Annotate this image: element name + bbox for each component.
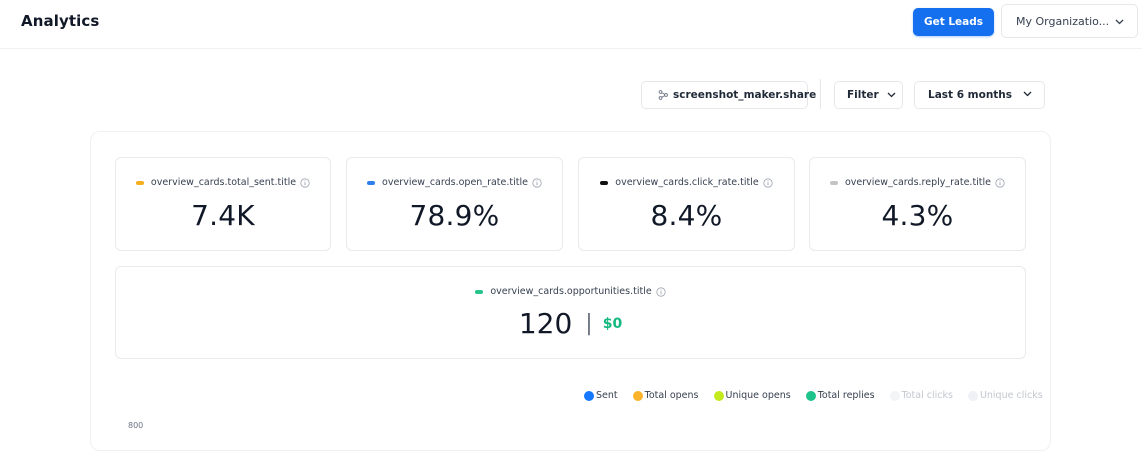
chevron-down-icon xyxy=(1115,15,1124,28)
chart-legend: Sent Total opens Unique opens Total repl… xyxy=(584,390,1058,401)
y-axis-tick: 800 xyxy=(128,421,144,430)
legend-swatch xyxy=(967,390,978,401)
card-value: 8.4% xyxy=(650,199,723,232)
legend-item-total-opens[interactable]: Total opens xyxy=(632,390,699,401)
legend-swatch xyxy=(805,390,816,401)
card-value: 4.3% xyxy=(881,199,954,232)
card-title: overview_cards.reply_rate.title xyxy=(844,177,992,188)
info-icon[interactable] xyxy=(995,177,1005,188)
opportunities-value: $0 xyxy=(603,316,623,332)
card-title: overview_cards.click_rate.title xyxy=(615,177,759,188)
info-icon[interactable] xyxy=(656,286,666,297)
card-value: 7.4K xyxy=(191,199,255,232)
legend-item-sent[interactable]: Sent xyxy=(584,390,618,401)
chevron-down-icon xyxy=(1023,91,1032,97)
legend-item-unique-opens[interactable]: Unique opens xyxy=(713,390,791,401)
card-title: overview_cards.total_sent.title xyxy=(150,177,297,188)
card-title: overview_cards.open_rate.title xyxy=(382,177,528,188)
total-sent-color-dot xyxy=(135,180,144,185)
page-title: Analytics xyxy=(21,12,100,30)
click-rate-color-dot xyxy=(600,180,609,185)
value-separator: | xyxy=(585,311,593,336)
legend-swatch xyxy=(713,390,724,401)
legend-label: Total replies xyxy=(817,390,875,401)
info-icon[interactable] xyxy=(763,177,773,188)
legend-item-total-clicks[interactable]: Total clicks xyxy=(889,390,953,401)
opportunities-count: 120 xyxy=(518,307,573,340)
get-leads-button[interactable]: Get Leads xyxy=(913,8,994,36)
legend-label: Total opens xyxy=(644,390,699,401)
opportunities-card: overview_cards.opportunities.title 120 |… xyxy=(115,266,1026,359)
share-button-label: screenshot_maker.share xyxy=(673,89,817,101)
legend-swatch xyxy=(632,390,643,401)
card-title: overview_cards.opportunities.title xyxy=(490,286,652,297)
click-rate-card: overview_cards.click_rate.title 8.4% xyxy=(578,157,795,251)
opportunities-color-dot xyxy=(475,289,484,294)
chevron-down-icon xyxy=(887,92,896,98)
info-icon[interactable] xyxy=(300,177,310,188)
top-bar: Analytics Get Leads My Organizatio... xyxy=(0,0,1142,49)
legend-label: Unique clicks xyxy=(979,390,1043,401)
reply-rate-card: overview_cards.reply_rate.title 4.3% xyxy=(809,157,1026,251)
toolbar-divider xyxy=(820,79,821,109)
filter-button[interactable]: Filter xyxy=(834,81,903,109)
legend-item-total-replies[interactable]: Total replies xyxy=(805,390,875,401)
filter-button-label: Filter xyxy=(847,89,879,101)
legend-label: Unique opens xyxy=(725,390,791,401)
open-rate-color-dot xyxy=(367,180,376,185)
legend-swatch xyxy=(584,390,594,401)
opportunities-amount: 0 xyxy=(612,315,623,332)
legend-item-unique-clicks[interactable]: Unique clicks xyxy=(967,390,1043,401)
date-range-label: Last 6 months xyxy=(928,89,1013,101)
open-rate-card: overview_cards.open_rate.title 78.9% xyxy=(346,157,563,251)
currency-symbol: $ xyxy=(602,315,613,332)
legend-label: Sent xyxy=(596,390,618,401)
total-sent-card: overview_cards.total_sent.title 7.4K xyxy=(115,157,331,251)
date-range-select[interactable]: Last 6 months xyxy=(914,81,1045,109)
card-value: 78.9% xyxy=(409,199,500,232)
reply-rate-color-dot xyxy=(829,180,838,185)
info-icon[interactable] xyxy=(532,177,542,188)
organization-selector-label: My Organizatio... xyxy=(1016,14,1110,28)
legend-swatch xyxy=(889,390,900,401)
organization-selector[interactable]: My Organizatio... xyxy=(1001,4,1138,38)
share-icon xyxy=(658,90,668,100)
legend-label: Total clicks xyxy=(901,390,953,401)
share-button[interactable]: screenshot_maker.share xyxy=(641,81,816,109)
